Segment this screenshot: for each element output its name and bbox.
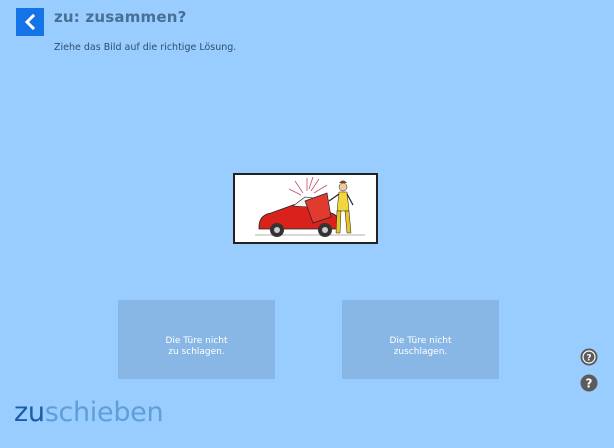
instruction-text: Ziehe das Bild auf die richtige Lösung. <box>54 42 237 53</box>
logo-part-zu: zu <box>14 397 45 428</box>
audio-help-icon[interactable]: ? <box>580 348 598 366</box>
page-title: zu: zusammen? <box>54 8 187 26</box>
svg-text:?: ? <box>586 354 591 364</box>
logo-part-schieben: schieben <box>44 397 164 428</box>
chevron-left-icon <box>24 14 36 30</box>
app-logo: zuschieben <box>14 397 164 428</box>
draggable-image[interactable] <box>233 173 378 244</box>
answer-option-1[interactable]: Die Türe nicht zu schlagen. <box>118 300 275 379</box>
svg-text:?: ? <box>586 377 593 391</box>
back-button[interactable] <box>16 8 44 36</box>
question-help-icon[interactable]: ? <box>580 374 598 392</box>
answer-option-2[interactable]: Die Türe nicht zuschlagen. <box>342 300 499 379</box>
car-door-illustration <box>255 176 365 237</box>
